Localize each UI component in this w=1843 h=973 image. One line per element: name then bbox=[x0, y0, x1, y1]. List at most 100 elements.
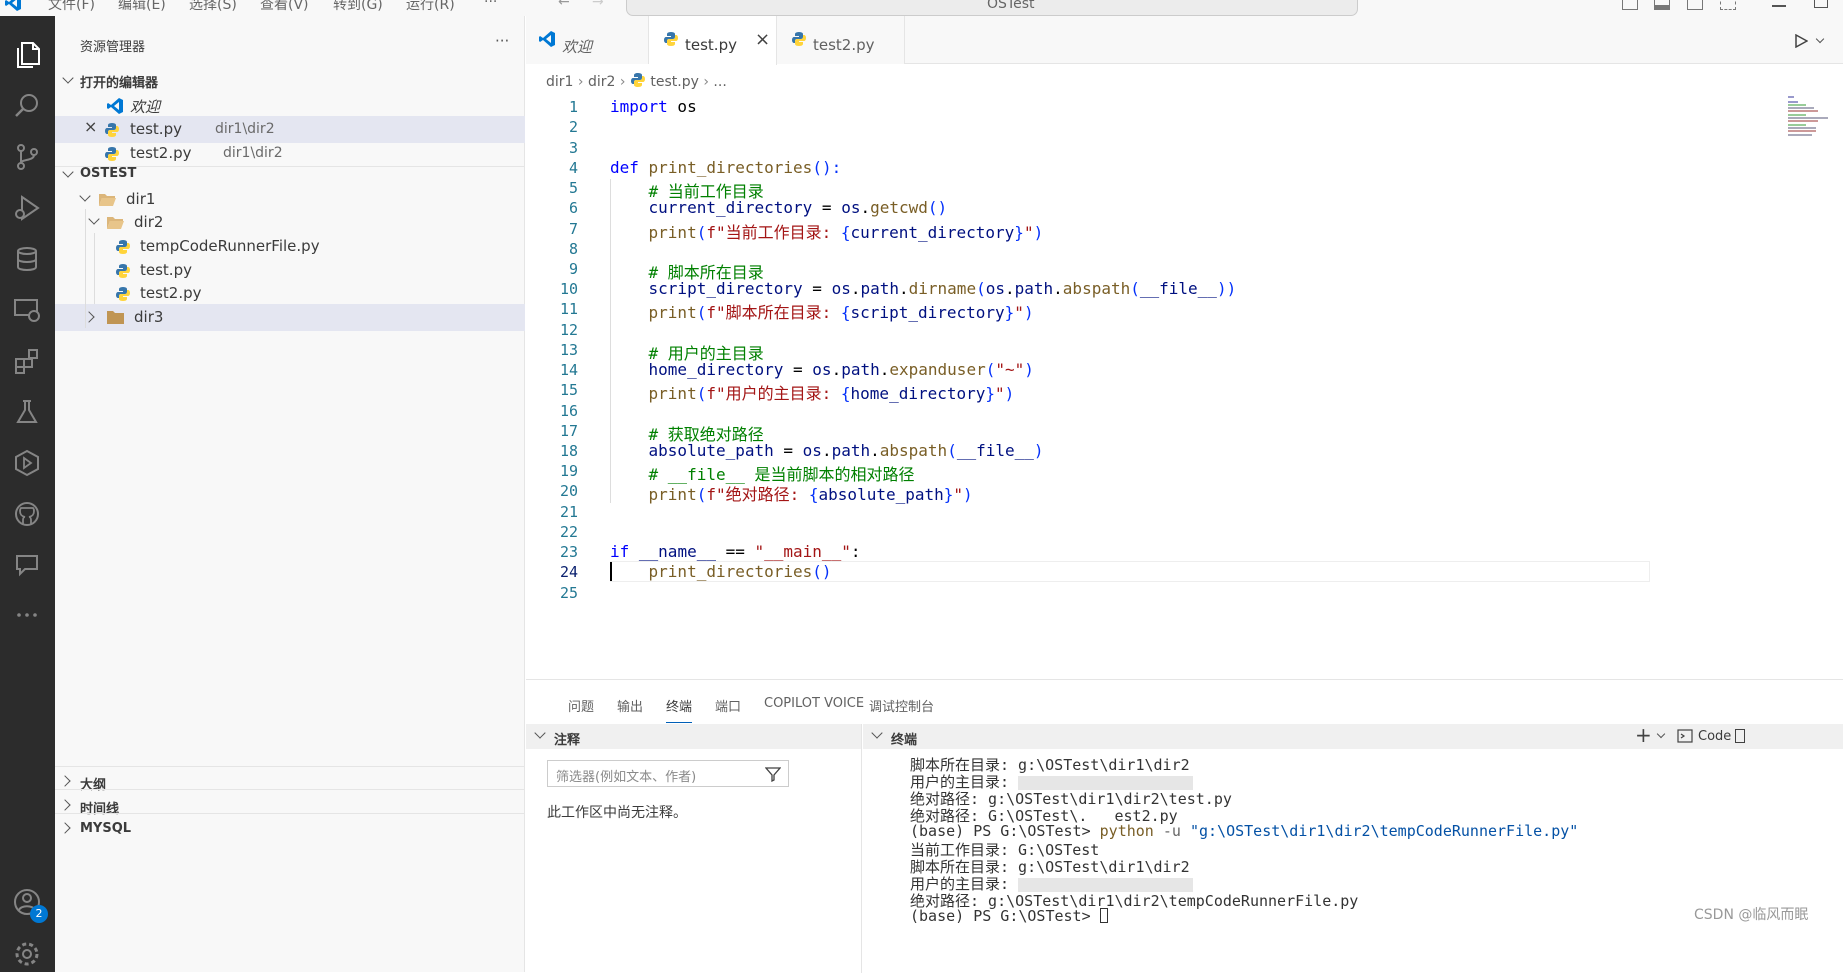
close-editor-icon[interactable]: × bbox=[84, 117, 97, 136]
tab-label: test.py bbox=[685, 36, 737, 54]
code-line-7: print(f"当前工作目录: {current_directory}") bbox=[648, 223, 1044, 242]
panel-tab-copilot-voice[interactable]: COPILOT VOICE bbox=[764, 696, 864, 711]
menu-more[interactable]: ··· bbox=[484, 0, 497, 10]
terminal-profile-label[interactable]: Code bbox=[1698, 729, 1731, 744]
panel-tab-debug-console[interactable]: 调试控制台 bbox=[869, 696, 934, 715]
menu-view[interactable]: 查看(V) bbox=[260, 0, 309, 14]
mysql-section[interactable]: MYSQL bbox=[55, 815, 525, 842]
breadcrumb-symbol[interactable]: ... bbox=[713, 74, 726, 90]
code-line-15: print(f"用户的主目录: {home_directory}") bbox=[648, 384, 1015, 403]
customize-layout-icon[interactable] bbox=[1720, 0, 1736, 10]
open-editor-test-py[interactable]: × test.py dir1\dir2 bbox=[55, 116, 525, 143]
line-number: 14 bbox=[559, 361, 578, 379]
folder-dir3[interactable]: dir3 bbox=[55, 304, 525, 331]
panel-tab-ports[interactable]: 端口 bbox=[715, 696, 741, 715]
python-file-icon bbox=[664, 32, 678, 46]
maximize-icon[interactable] bbox=[1814, 0, 1828, 8]
code-line-24: print_directories() bbox=[648, 562, 832, 581]
python-file-icon bbox=[116, 287, 130, 301]
menu-go[interactable]: 转到(G) bbox=[333, 0, 383, 14]
panel-tab-problems[interactable]: 问题 bbox=[568, 696, 594, 715]
github-icon[interactable] bbox=[8, 495, 46, 533]
remote-explorer-icon[interactable] bbox=[8, 291, 46, 329]
workspace-section[interactable]: OSTEST bbox=[55, 162, 525, 189]
line-number: 11 bbox=[559, 300, 578, 318]
menu-edit[interactable]: 编辑(E) bbox=[118, 0, 166, 14]
menu-run[interactable]: 运行(R) bbox=[406, 0, 455, 14]
run-debug-icon[interactable] bbox=[8, 189, 46, 227]
tab-welcome[interactable]: 欢迎 bbox=[526, 16, 649, 64]
terminal-view[interactable]: 终端 + Code 脚本所在目录: g:\OSTest\dir1\dir2 用户… bbox=[863, 723, 1843, 973]
back-arrow-icon[interactable]: ← bbox=[558, 0, 570, 10]
toggle-secondary-sidebar-icon[interactable] bbox=[1687, 0, 1703, 10]
line-number: 20 bbox=[559, 482, 578, 500]
account-icon[interactable]: 2 bbox=[8, 883, 48, 923]
menu-file[interactable]: 文件(F) bbox=[48, 0, 95, 14]
minimap[interactable] bbox=[1788, 94, 1838, 140]
outline-section[interactable]: 大纲 bbox=[55, 768, 525, 795]
comments-filter-input[interactable]: 筛选器(例如文本、作者) bbox=[547, 760, 789, 787]
line-number: 6 bbox=[568, 199, 578, 217]
section-title: MYSQL bbox=[80, 821, 132, 836]
account-badge: 2 bbox=[30, 905, 48, 923]
tab-test-py[interactable]: test.py × bbox=[649, 16, 777, 65]
line-number: 2 bbox=[568, 118, 578, 136]
filter-icon[interactable] bbox=[765, 766, 781, 782]
tab-test2-py[interactable]: test2.py bbox=[777, 16, 905, 64]
code-line-1: import os bbox=[610, 97, 697, 116]
comments-title: 注释 bbox=[554, 733, 581, 748]
run-file-icon[interactable] bbox=[1794, 34, 1808, 48]
comments-header[interactable]: 注释 bbox=[526, 724, 861, 749]
python-file-icon bbox=[792, 32, 806, 46]
code-editor[interactable]: 1 2 3 4 5 6 7 8 9 10 11 12 13 14 15 16 1… bbox=[526, 92, 1843, 679]
database-icon[interactable] bbox=[8, 240, 46, 278]
explorer-more-icon[interactable]: ··· bbox=[495, 32, 509, 50]
breadcrumb-dir1[interactable]: dir1 bbox=[546, 74, 573, 90]
menu-selection[interactable]: 选择(S) bbox=[189, 0, 237, 14]
terminal-header[interactable]: 终端 + Code bbox=[863, 723, 1843, 749]
more-icon[interactable] bbox=[8, 596, 46, 634]
code-line-18: absolute_path = os.path.abspath(__file__… bbox=[610, 441, 1044, 460]
toggle-panel-icon[interactable] bbox=[1654, 0, 1670, 10]
settings-icon[interactable] bbox=[8, 935, 46, 973]
workspace-title: OSTEST bbox=[80, 166, 137, 181]
comments-view: 注释 筛选器(例如文本、作者) 此工作区中尚无注释。 bbox=[526, 724, 862, 973]
breadcrumb-dir2[interactable]: dir2 bbox=[588, 74, 615, 90]
line-number: 8 bbox=[568, 240, 578, 258]
line-number: 21 bbox=[559, 503, 578, 521]
file-label: test2.py bbox=[140, 284, 202, 302]
file-test2-py[interactable]: test2.py bbox=[55, 280, 525, 307]
search-icon[interactable] bbox=[8, 87, 46, 125]
comments-icon[interactable] bbox=[8, 546, 46, 584]
vscode-logo-icon bbox=[5, 0, 21, 11]
breadcrumb-file[interactable]: test.py bbox=[650, 74, 699, 90]
minimize-icon[interactable] bbox=[1772, 5, 1786, 7]
folder-label: dir3 bbox=[134, 308, 164, 326]
open-editor-path: dir1\dir2 bbox=[223, 145, 283, 161]
toggle-sidebar-icon[interactable] bbox=[1622, 0, 1638, 10]
split-terminal-icon[interactable] bbox=[1735, 729, 1745, 743]
line-number: 23 bbox=[559, 543, 578, 561]
testing-icon[interactable] bbox=[8, 393, 46, 431]
line-number: 12 bbox=[559, 321, 578, 339]
panel-tab-output[interactable]: 输出 bbox=[617, 696, 643, 715]
open-editor-label: test2.py bbox=[130, 144, 192, 162]
open-editors-section[interactable]: 打开的编辑器 bbox=[55, 68, 525, 95]
close-tab-icon[interactable]: × bbox=[755, 29, 770, 50]
bottom-panel: 问题 输出 终端 端口 COPILOT VOICE 调试控制台 注释 筛选器(例… bbox=[526, 679, 1843, 973]
new-terminal-icon[interactable]: + bbox=[1635, 723, 1652, 747]
deploy-icon[interactable] bbox=[8, 444, 46, 482]
folder-dir2[interactable]: dir2 bbox=[55, 209, 525, 236]
command-center-search[interactable]: OSTest bbox=[626, 0, 1358, 16]
tab-label: test2.py bbox=[813, 36, 875, 54]
forward-arrow-icon[interactable]: → bbox=[592, 0, 604, 10]
open-editor-welcome[interactable]: 欢迎 bbox=[55, 92, 525, 119]
files-icon[interactable] bbox=[8, 36, 46, 74]
line-number: 4 bbox=[568, 159, 578, 177]
panel-tab-terminal[interactable]: 终端 bbox=[666, 696, 693, 723]
line-number: 13 bbox=[559, 341, 578, 359]
source-control-icon[interactable] bbox=[8, 138, 46, 176]
file-tempcoderunner[interactable]: tempCodeRunnerFile.py bbox=[55, 233, 525, 260]
explorer-sidebar: 资源管理器 ··· 打开的编辑器 欢迎 × test.py dir1\dir2 … bbox=[55, 16, 525, 972]
extensions-icon[interactable] bbox=[8, 342, 46, 380]
